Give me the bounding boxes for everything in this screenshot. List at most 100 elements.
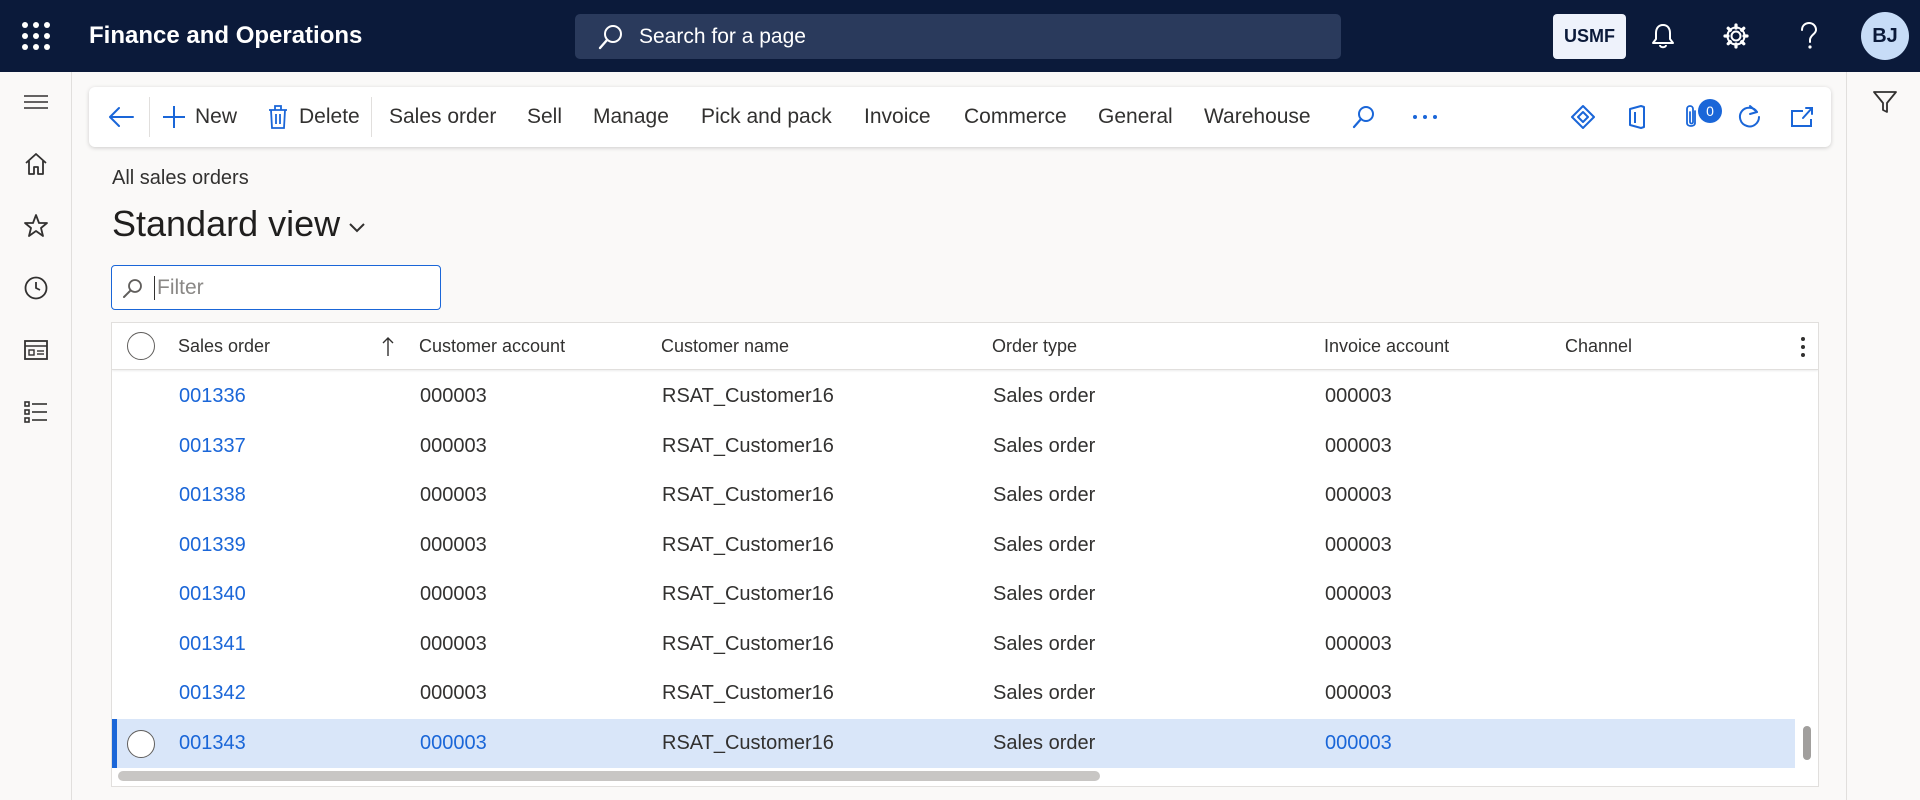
favorites-star-icon[interactable]	[20, 210, 52, 242]
power-apps-icon[interactable]	[1570, 87, 1596, 147]
cell-customer-account: 000003	[420, 583, 487, 606]
user-avatar[interactable]: BJ	[1861, 12, 1909, 60]
search-input[interactable]	[639, 24, 1239, 49]
action-pane: New Delete Sales order Sell Manage Pick …	[89, 87, 1831, 147]
refresh-icon[interactable]	[1735, 87, 1763, 147]
table-row[interactable]: 001341 000003 RSAT_Customer16 Sales orde…	[112, 620, 1795, 670]
table-row[interactable]: 001338 000003 RSAT_Customer16 Sales orde…	[112, 471, 1795, 521]
tab-general[interactable]: General	[1098, 87, 1173, 147]
table-row[interactable]: 001342 000003 RSAT_Customer16 Sales orde…	[112, 669, 1795, 719]
cell-invoice-account: 000003	[1325, 632, 1392, 655]
search-box[interactable]	[575, 14, 1341, 59]
cell-sales-order[interactable]: 001342	[179, 669, 246, 719]
tab-sales-order[interactable]: Sales order	[389, 87, 496, 147]
more-options-icon[interactable]	[1412, 87, 1438, 147]
cell-invoice-account: 000003	[1325, 434, 1392, 457]
table-row[interactable]: 001339 000003 RSAT_Customer16 Sales orde…	[112, 521, 1795, 571]
cell-order-type: Sales order	[993, 731, 1096, 754]
cell-customer-account: 000003	[420, 533, 487, 556]
tab-warehouse[interactable]: Warehouse	[1204, 87, 1311, 147]
delete-button-label: Delete	[299, 105, 360, 128]
table-row-selected[interactable]: 001343 000003 RSAT_Customer16 Sales orde…	[112, 718, 1795, 769]
column-header-customer-account[interactable]: Customer account	[419, 323, 565, 370]
cell-sales-order[interactable]: 001341	[179, 620, 246, 670]
column-header-invoice-account[interactable]: Invoice account	[1324, 323, 1449, 370]
cell-sales-order[interactable]: 001336	[179, 372, 246, 422]
back-button[interactable]	[107, 87, 135, 147]
view-selector[interactable]: Standard view	[112, 203, 366, 245]
hamburger-menu-icon[interactable]	[20, 86, 52, 118]
home-icon[interactable]	[20, 148, 52, 180]
cell-customer-account: 000003	[420, 385, 487, 408]
plus-icon	[163, 106, 185, 128]
cell-customer-name: RSAT_Customer16	[662, 385, 834, 408]
open-new-window-icon[interactable]	[1789, 87, 1815, 147]
cell-customer-account[interactable]: 000003	[420, 719, 487, 769]
help-icon[interactable]	[1793, 20, 1825, 52]
vertical-scrollbar[interactable]	[1803, 726, 1811, 760]
filter-box[interactable]	[111, 265, 441, 310]
tab-pick-and-pack[interactable]: Pick and pack	[701, 87, 832, 147]
new-button[interactable]: New	[161, 87, 237, 147]
gear-icon[interactable]	[1720, 20, 1752, 52]
separator	[149, 97, 150, 137]
cell-customer-name: RSAT_Customer16	[662, 731, 834, 754]
recent-clock-icon[interactable]	[20, 272, 52, 304]
select-all-checkbox[interactable]	[127, 332, 155, 360]
filter-search-icon	[123, 278, 142, 298]
cell-customer-account: 000003	[420, 484, 487, 507]
sales-orders-grid: Sales order Customer account Customer na…	[111, 322, 1819, 787]
bell-icon[interactable]	[1647, 20, 1679, 52]
cell-order-type: Sales order	[993, 484, 1096, 507]
table-row[interactable]: 001336 000003 RSAT_Customer16 Sales orde…	[112, 372, 1795, 422]
grid-header: Sales order Customer account Customer na…	[112, 323, 1818, 370]
app-launcher-icon[interactable]	[22, 22, 50, 50]
cell-sales-order[interactable]: 001338	[179, 471, 246, 521]
filter-input[interactable]	[154, 275, 424, 300]
cell-customer-name: RSAT_Customer16	[662, 682, 834, 705]
column-header-order-type[interactable]: Order type	[992, 323, 1077, 370]
cell-sales-order[interactable]: 001339	[179, 521, 246, 571]
cell-sales-order[interactable]: 001340	[179, 570, 246, 620]
cell-sales-order[interactable]: 001337	[179, 422, 246, 472]
cell-invoice-account: 000003	[1325, 484, 1392, 507]
tab-invoice[interactable]: Invoice	[864, 87, 931, 147]
tab-commerce[interactable]: Commerce	[964, 87, 1067, 147]
delete-button[interactable]: Delete	[267, 87, 360, 147]
column-header-channel[interactable]: Channel	[1565, 323, 1632, 370]
horizontal-scrollbar[interactable]	[118, 771, 1100, 781]
action-search-icon[interactable]	[1351, 87, 1377, 147]
column-header-sales-order[interactable]: Sales order	[178, 323, 270, 370]
cell-invoice-account: 000003	[1325, 533, 1392, 556]
cell-customer-name: RSAT_Customer16	[662, 583, 834, 606]
office-icon[interactable]	[1626, 87, 1648, 147]
row-select-checkbox[interactable]	[127, 729, 155, 758]
right-filter-pane	[1846, 72, 1920, 800]
table-row[interactable]: 001337 000003 RSAT_Customer16 Sales orde…	[112, 422, 1795, 472]
cell-customer-account: 000003	[420, 632, 487, 655]
cell-invoice-account: 000003	[1325, 682, 1392, 705]
modules-list-icon[interactable]	[20, 396, 52, 428]
cell-invoice-account[interactable]: 000003	[1325, 719, 1392, 769]
sort-ascending-icon[interactable]	[382, 323, 394, 370]
cell-order-type: Sales order	[993, 682, 1096, 705]
breadcrumb: All sales orders	[112, 167, 249, 189]
attachments-icon[interactable]: 0	[1682, 87, 1722, 147]
column-header-customer-name[interactable]: Customer name	[661, 323, 789, 370]
tab-manage[interactable]: Manage	[593, 87, 669, 147]
cell-customer-name: RSAT_Customer16	[662, 434, 834, 457]
cell-sales-order[interactable]: 001343	[179, 719, 246, 769]
tab-sell[interactable]: Sell	[527, 87, 562, 147]
app-title: Finance and Operations	[89, 22, 363, 49]
cell-order-type: Sales order	[993, 632, 1096, 655]
workspaces-icon[interactable]	[20, 334, 52, 366]
company-picker[interactable]: USMF	[1553, 14, 1626, 59]
top-bar: Finance and Operations USMF	[0, 0, 1920, 72]
filter-funnel-icon[interactable]	[1871, 88, 1899, 116]
column-options-icon[interactable]	[1800, 323, 1806, 370]
cell-order-type: Sales order	[993, 434, 1096, 457]
trash-icon	[269, 105, 287, 129]
cell-customer-account: 000003	[420, 682, 487, 705]
table-row[interactable]: 001340 000003 RSAT_Customer16 Sales orde…	[112, 570, 1795, 620]
separator	[371, 97, 372, 137]
